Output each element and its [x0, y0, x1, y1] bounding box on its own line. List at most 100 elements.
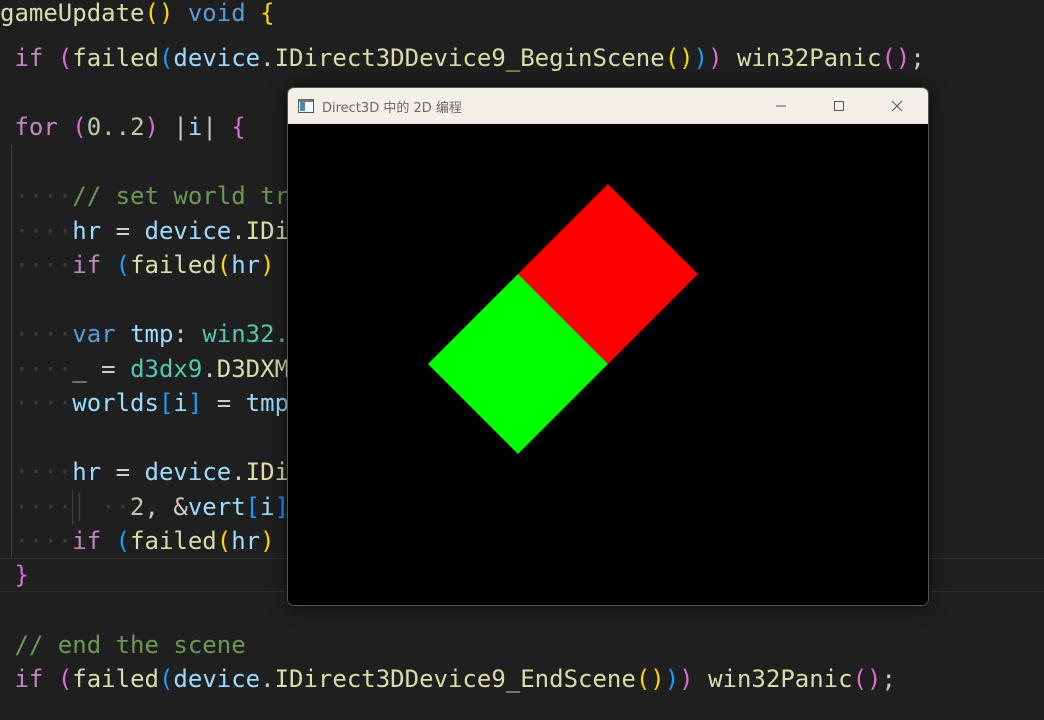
code-token: worlds [72, 389, 159, 417]
code-token: ] [187, 389, 203, 417]
code-token: | [158, 113, 188, 141]
code-token: ( [216, 527, 232, 555]
code-token: hr [72, 217, 102, 245]
close-button[interactable] [868, 88, 926, 124]
code-token: i [187, 113, 203, 141]
code-token: ···· [0, 251, 73, 279]
code-token: // set world tr [72, 182, 289, 210]
code-token: d3dx9 [130, 355, 203, 383]
code-line: ····if (failed(hr) [0, 248, 275, 282]
code-token: ; [910, 44, 925, 72]
maximize-button[interactable] [810, 88, 868, 124]
code-line: ····│ ··2, &vert[i] [0, 490, 289, 524]
code-token: D3DXM [216, 355, 290, 383]
minimize-button[interactable] [752, 88, 810, 124]
code-token: ( [115, 527, 131, 555]
code-token: { [260, 0, 275, 27]
render-canvas [428, 184, 698, 454]
code-token: ) [693, 44, 709, 72]
code-token: for [14, 113, 58, 141]
code-token: failed [130, 527, 217, 555]
code-token: ····│ ·· [0, 493, 131, 521]
code-token: void [187, 0, 246, 27]
code-token: tmp [245, 389, 290, 417]
code-token: IDirect3DDevice9_EndScene [274, 665, 636, 693]
code-token: . [231, 217, 246, 245]
code-token: , [144, 493, 174, 521]
code-token: ( [57, 665, 73, 693]
code-token: 0..2 [86, 113, 145, 141]
code-token: . [231, 458, 246, 486]
code-token: | [202, 113, 232, 141]
code-token: } [14, 561, 29, 589]
minimize-icon [776, 105, 786, 107]
code-token: if [14, 44, 44, 72]
code-token: & [173, 493, 188, 521]
code-token: ) [260, 251, 275, 279]
render-area [288, 124, 928, 605]
code-token: ( [115, 251, 131, 279]
direct3d-window[interactable]: Direct3D 中的 2D 编程 [287, 87, 929, 606]
code-token: ···· [0, 217, 73, 245]
code-token: i [173, 389, 188, 417]
code-token: ( [216, 251, 232, 279]
code-token: hr [231, 251, 261, 279]
code-token: failed [72, 44, 159, 72]
code-token: . [260, 665, 275, 693]
code-token: ( [72, 113, 87, 141]
code-token: hr [231, 527, 261, 555]
code-token: var [72, 320, 116, 348]
code-token: // end the scene [14, 631, 246, 659]
code-token: device [144, 458, 232, 486]
code-token: IDi [245, 458, 290, 486]
code-token: IDirect3DDevice9_BeginScene [274, 44, 665, 72]
window-title: Direct3D 中的 2D 编程 [322, 101, 462, 116]
code-line: gameUpdate() void { [0, 0, 275, 30]
code-line: ····if (failed(hr) [0, 524, 275, 558]
code-token: : [173, 320, 203, 348]
code-token: i [260, 493, 275, 521]
code-token: vert [187, 493, 246, 521]
code-line: ····worlds[i] = tmp [0, 386, 289, 420]
code-token: = [101, 217, 145, 245]
code-token: ) [144, 113, 159, 141]
code-token: ; [881, 665, 896, 693]
code-token: ) [260, 527, 275, 555]
code-token: . [260, 44, 275, 72]
maximize-icon [834, 101, 844, 111]
code-token: . [202, 355, 217, 383]
code-token: () [664, 44, 694, 72]
code-token: = [101, 458, 145, 486]
code-token: ···· [0, 320, 73, 348]
code-token: [ [245, 493, 261, 521]
code-token: ) [708, 44, 723, 72]
code-token: = [202, 389, 246, 417]
code-token: ( [57, 44, 73, 72]
code-token: if [14, 665, 44, 693]
code-token: ···· [0, 458, 73, 486]
code-token: failed [72, 665, 159, 693]
code-token: gameUpdate [0, 0, 145, 27]
code-token: device [173, 44, 261, 72]
code-token: = [86, 355, 131, 383]
code-token: ···· [0, 355, 73, 383]
code-token: () [852, 665, 882, 693]
code-token: if [72, 251, 102, 279]
window-titlebar[interactable]: Direct3D 中的 2D 编程 [288, 88, 928, 124]
code-token: win32. [202, 320, 290, 348]
code-token: () [635, 665, 665, 693]
code-line: ····// set world tr [0, 179, 289, 213]
